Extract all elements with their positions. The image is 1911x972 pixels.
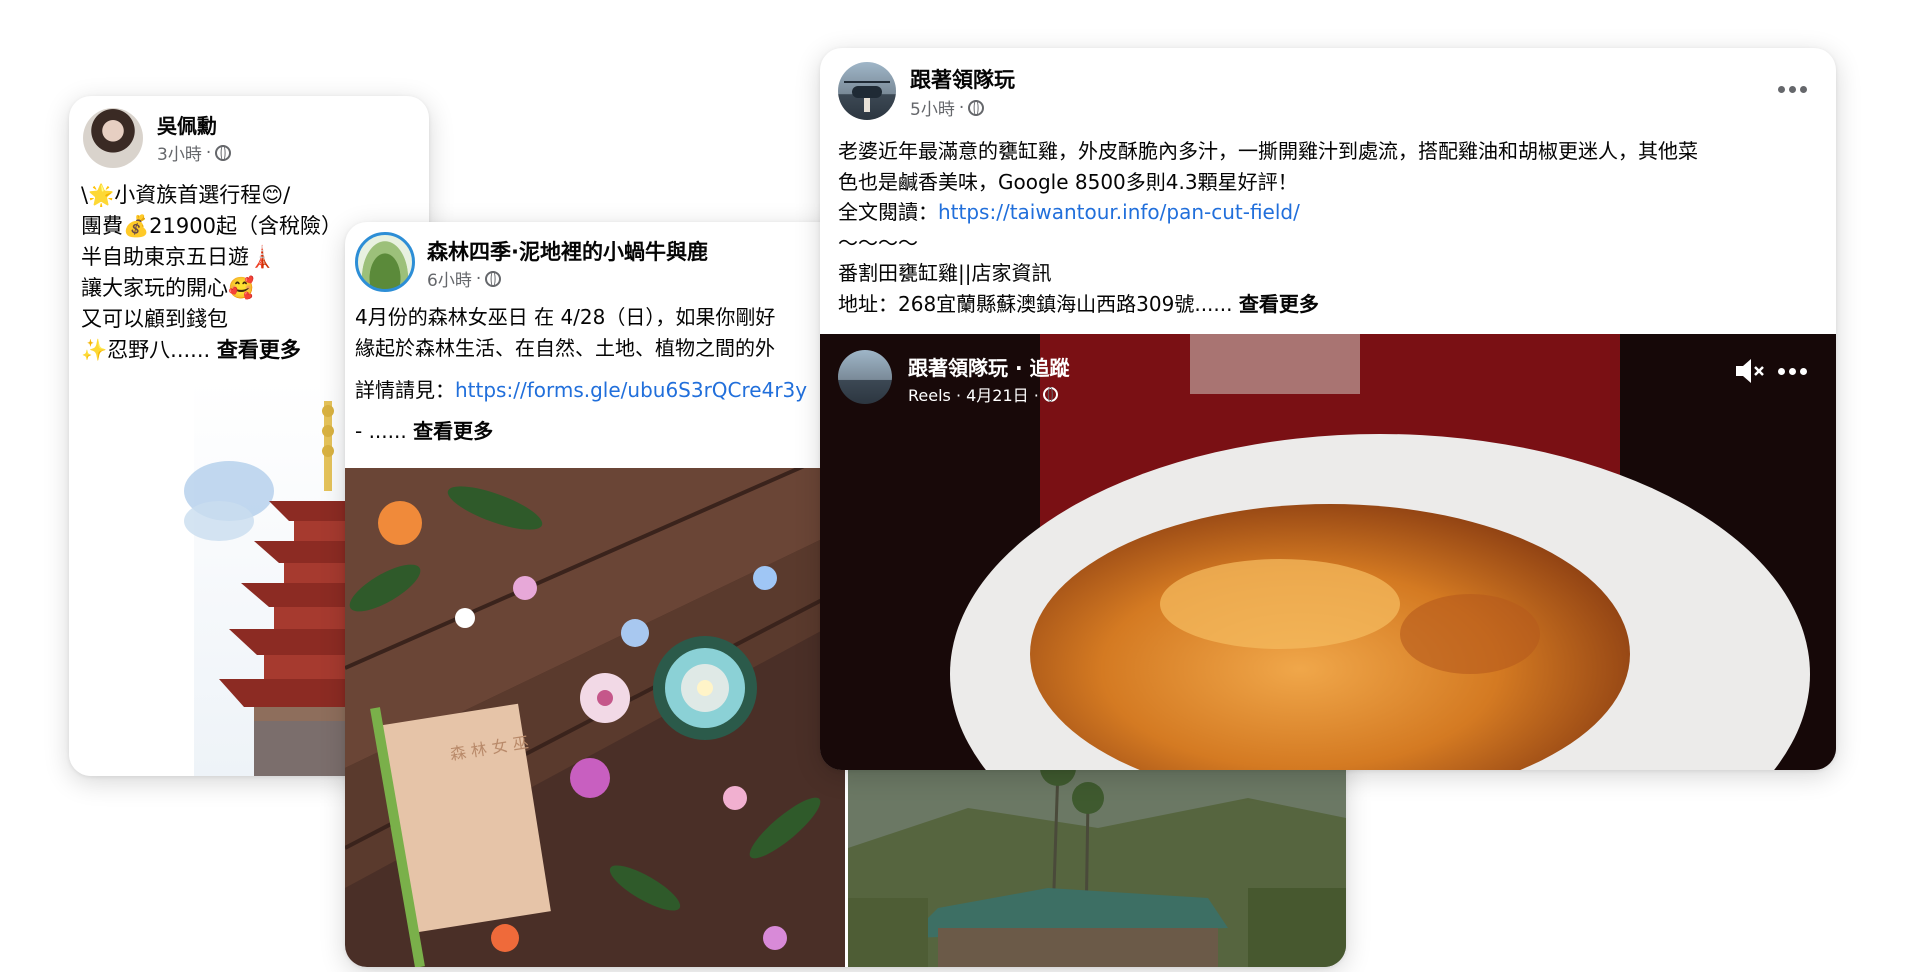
flower-arrangement-photo: 森 林 女 巫 [345, 468, 845, 967]
see-more-link[interactable]: 查看更多 [1239, 292, 1319, 316]
post-time[interactable]: 3小時 [157, 140, 202, 165]
post-image-flowers[interactable]: 森 林 女 巫 [345, 468, 845, 967]
post-meta: 3小時 · [157, 140, 232, 165]
reel-meta: Reels · 4月21日 · [908, 382, 1058, 406]
globe-icon [215, 144, 232, 161]
post-card-3: 跟著領隊玩 5小時 · 老婆近年最滿意的甕缸雞，外皮酥脆內多汁，一撕開雞汁到處流… [820, 48, 1836, 770]
post-meta: 5小時 · [910, 95, 985, 120]
author-name[interactable]: 吳佩勳 [157, 110, 217, 139]
post-text: 4月份的森林女巫日 在 4/28（日），如果你剛好 緣起於森林生活、在自然、土地… [355, 305, 808, 443]
post-time[interactable]: 6小時 [427, 266, 472, 291]
post-text: \🌟小資族首選行程😊/ 團費💰21900起（含稅險） 半自助東京五日遊🗼 讓大家… [81, 183, 342, 362]
author-avatar[interactable] [83, 108, 143, 168]
details-link[interactable]: https://forms.gle/ubu6S3rQCre4r3y [455, 378, 807, 402]
helicopter-icon [844, 81, 890, 112]
see-more-link[interactable]: 查看更多 [413, 419, 493, 443]
mute-icon[interactable] [1732, 356, 1766, 386]
reel-author-avatar[interactable] [838, 350, 892, 404]
reel-author: 跟著領隊玩 · 追蹤 [908, 352, 1070, 381]
reel-more-options-icon[interactable] [1778, 368, 1807, 375]
post-meta: 6小時 · [427, 266, 502, 291]
author-name[interactable]: 森林四季·泥地裡的小蝸牛與鹿 [427, 236, 708, 266]
author-name[interactable]: 跟著領隊玩 [910, 64, 1015, 94]
author-avatar[interactable] [838, 62, 896, 120]
globe-icon [485, 270, 502, 287]
globe-icon [1042, 386, 1058, 402]
article-link[interactable]: https://taiwantour.info/pan-cut-field/ [938, 200, 1300, 224]
reel-author-name[interactable]: 跟著領隊玩 [908, 356, 1008, 380]
follow-button[interactable]: · 追蹤 [1015, 356, 1070, 380]
globe-icon [968, 99, 985, 116]
author-avatar[interactable] [355, 232, 415, 292]
post-text: 老婆近年最滿意的甕缸雞，外皮酥脆內多汁，一撕開雞汁到處流，搭配雞油和胡椒更迷人，… [838, 139, 1698, 316]
post-time[interactable]: 5小時 [910, 95, 955, 120]
more-options-icon[interactable] [1778, 86, 1807, 93]
reel-video[interactable]: 跟著領隊玩 · 追蹤 Reels · 4月21日 · [820, 334, 1836, 770]
see-more-link[interactable]: 查看更多 [217, 338, 301, 362]
